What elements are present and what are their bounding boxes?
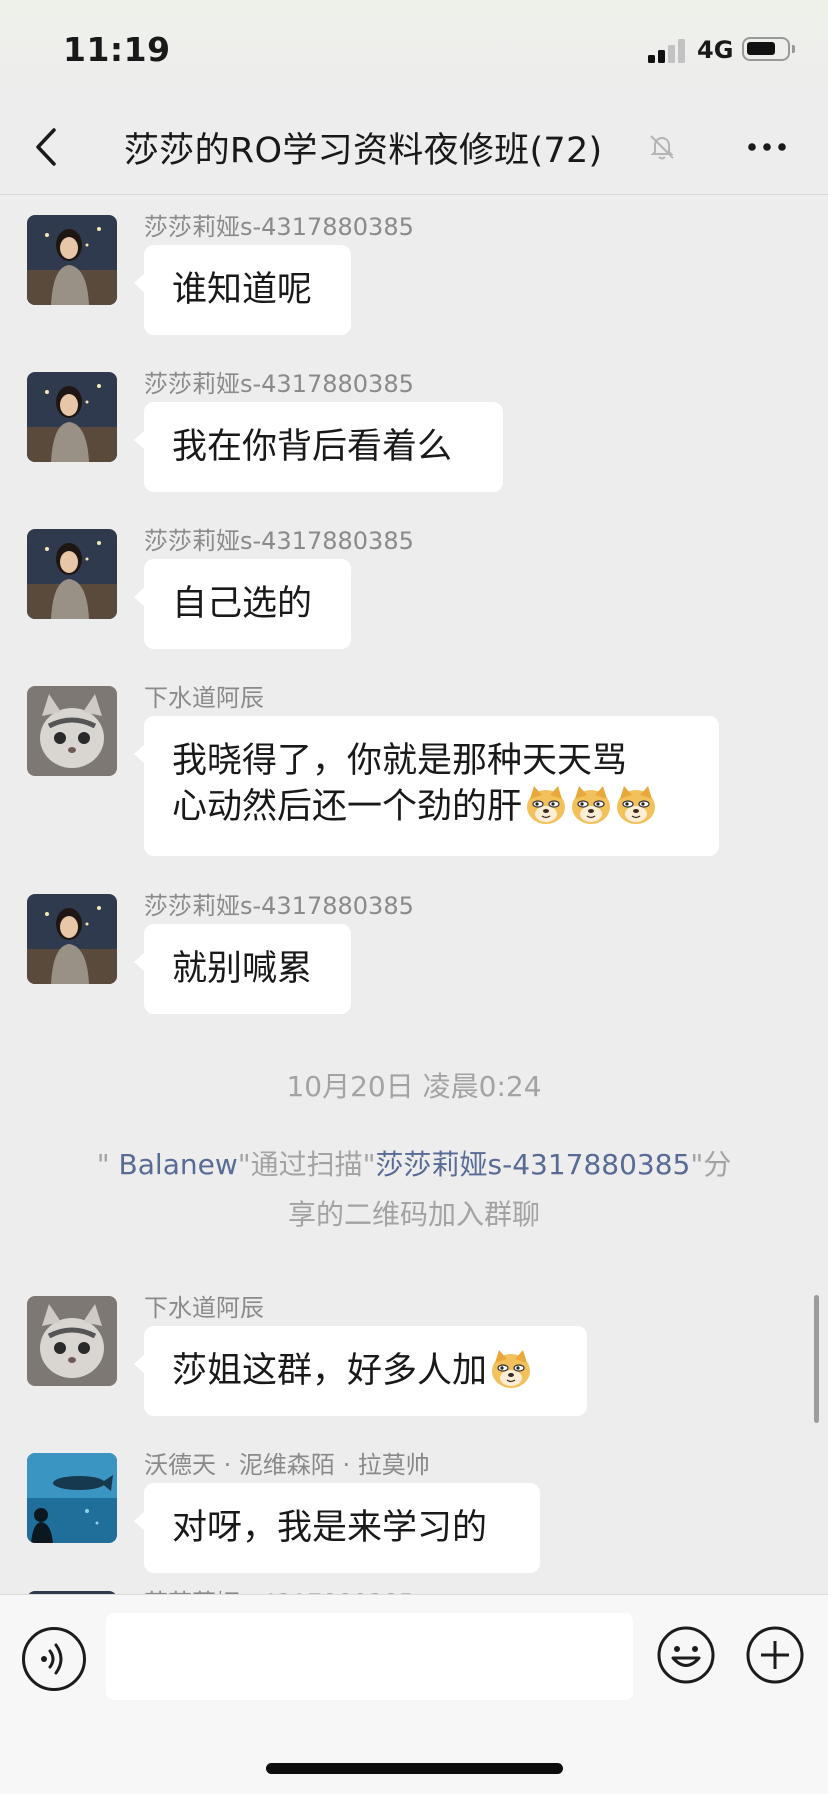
signal-icon — [648, 39, 688, 63]
avatar[interactable] — [27, 215, 117, 305]
emoji-picker-icon[interactable] — [656, 1625, 716, 1685]
sender-name: 莎莎莉娅s-4317880385 — [144, 527, 414, 555]
sender-name: 莎莎莉娅s-4317880385 — [144, 213, 414, 241]
avatar[interactable] — [27, 894, 117, 984]
message-list[interactable]: 莎莎莉娅s-4317880385 谁知道呢 莎莎莉娅s-4317880385 我… — [0, 195, 828, 1595]
message-bubble[interactable]: 我晓得了，你就是那种天天骂 心动然后还一个劲的肝 — [134, 716, 719, 856]
message-bubble[interactable]: 对呀，我是来学习的 — [134, 1483, 540, 1573]
message-text: 我在你背后看着么 — [172, 427, 453, 467]
message-bubble[interactable]: 谁知道呢 — [134, 245, 351, 335]
input-bar — [0, 1594, 828, 1794]
avatar[interactable] — [27, 686, 117, 776]
scrollbar[interactable] — [814, 1295, 819, 1423]
chevron-left-icon — [36, 128, 56, 166]
status-time: 11:19 — [63, 30, 171, 69]
message-bubble[interactable]: 我在你背后看着么 — [134, 402, 503, 492]
doge-emoji-icon — [617, 786, 656, 824]
message-input[interactable] — [106, 1613, 633, 1700]
network-type: 4G — [697, 36, 734, 64]
sender-name: 莎莎莉娅s-4317880385 — [144, 892, 414, 920]
member-name-link[interactable]: 莎莎莉娅s-4317880385 — [376, 1148, 691, 1181]
message-text: 就别喊累 — [172, 949, 313, 989]
sender-name: 沃德天 · 泥维森陌 · 拉莫帅 — [144, 1451, 430, 1479]
message-text-line: 心动然后还一个劲的肝 — [172, 784, 691, 830]
avatar[interactable] — [27, 1453, 117, 1543]
avatar[interactable] — [27, 1296, 117, 1386]
status-bar: 11:19 4G — [0, 0, 828, 100]
chat-header: 莎莎的RO学习资料夜修班(72) — [0, 100, 828, 195]
voice-wave-icon — [41, 1643, 63, 1675]
sender-name: 莎莎莉娅s-4317880385 — [144, 370, 414, 398]
avatar[interactable] — [27, 529, 117, 619]
message-text: 对呀，我是来学习的 — [172, 1508, 488, 1548]
message-text: 莎姐这群，好多人加 — [172, 1351, 488, 1391]
avatar[interactable] — [27, 372, 117, 462]
home-indicator[interactable] — [266, 1763, 563, 1774]
sender-name: 下水道阿辰 — [144, 684, 264, 712]
chat-title: 莎莎的RO学习资料夜修班(72) — [124, 131, 603, 171]
sender-name: 下水道阿辰 — [144, 1294, 264, 1322]
mute-bell-icon — [650, 135, 674, 160]
message-bubble[interactable]: 自己选的 — [134, 559, 351, 649]
member-name-link[interactable]: Balanew — [119, 1148, 238, 1181]
add-attachment-icon[interactable] — [745, 1625, 805, 1685]
message-text: 自己选的 — [172, 584, 313, 624]
voice-input-button[interactable] — [22, 1627, 86, 1691]
chat-timestamp: 10月20日 凌晨0:24 — [286, 1070, 542, 1103]
more-options-button[interactable] — [742, 122, 792, 172]
message-bubble[interactable]: 莎姐这群，好多人加 — [134, 1326, 587, 1416]
message-text-line: 我晓得了，你就是那种天天骂 — [172, 741, 628, 781]
back-button[interactable] — [26, 122, 70, 172]
doge-emoji-icon — [572, 786, 611, 824]
battery-icon — [742, 37, 795, 61]
system-message: " Balanew"通过扫描"莎莎莉娅s-4317880385"分 享的二维码加入… — [96, 1148, 732, 1231]
message-text: 谁知道呢 — [172, 270, 313, 310]
message-bubble[interactable]: 就别喊累 — [134, 924, 351, 1014]
ellipsis-icon — [748, 143, 786, 151]
doge-emoji-icon — [492, 1350, 531, 1388]
doge-emoji-icon — [527, 786, 566, 824]
